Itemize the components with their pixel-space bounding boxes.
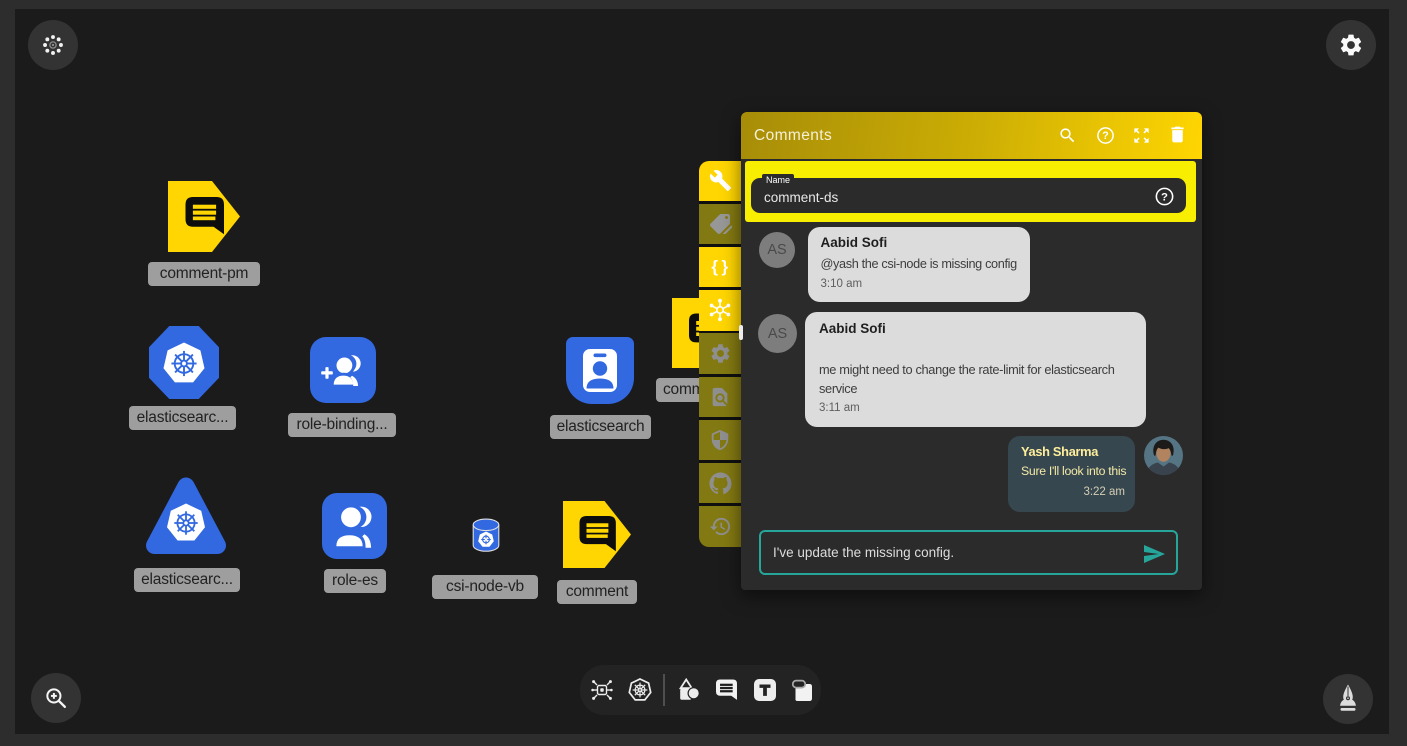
svg-text:?: ? [1161, 191, 1168, 203]
svg-text:?: ? [1102, 130, 1109, 142]
